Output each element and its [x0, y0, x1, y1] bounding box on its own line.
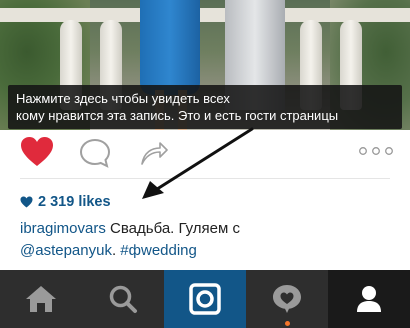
- likes-count-text: 2 319 likes: [38, 194, 111, 210]
- camera-icon: [189, 283, 221, 315]
- bottom-tab-bar: [0, 270, 410, 328]
- more-options-icon[interactable]: [358, 146, 394, 156]
- caption-hashtag-link[interactable]: #фwedding: [120, 242, 197, 259]
- search-icon: [109, 285, 137, 313]
- share-arrow-icon[interactable]: [140, 138, 168, 166]
- tab-home[interactable]: [0, 270, 82, 328]
- profile-icon: [357, 286, 381, 312]
- notification-dot: [285, 321, 290, 326]
- home-icon: [26, 286, 56, 312]
- post-caption: ibragimovars Свадьба. Гуляем с @astepany…: [20, 218, 400, 262]
- activity-heart-icon: [273, 285, 301, 313]
- tooltip-line-2: кому нравится эта запись. Это и есть гос…: [16, 108, 339, 123]
- caption-username-link[interactable]: ibragimovars: [20, 220, 106, 237]
- tab-camera[interactable]: [164, 270, 246, 328]
- tab-activity[interactable]: [246, 270, 328, 328]
- comment-icon[interactable]: [79, 138, 111, 168]
- caption-text: Свадьба. Гуляем с: [105, 220, 240, 237]
- likes-count-link[interactable]: 2 319 likes: [20, 192, 111, 212]
- tab-profile[interactable]: [328, 270, 410, 328]
- like-heart-icon[interactable]: [20, 136, 54, 168]
- caption-mention-link[interactable]: @astepanyuk: [20, 242, 112, 259]
- photo-person-blue-dress: [140, 0, 200, 95]
- likes-heart-icon: [20, 196, 33, 208]
- likes-hint-tooltip: Нажмите здесь чтобы увидеть всех кому нр…: [8, 85, 402, 129]
- tab-search[interactable]: [82, 270, 164, 328]
- post-action-bar: [0, 130, 410, 180]
- tooltip-line-1: Нажмите здесь чтобы увидеть всех: [16, 91, 230, 106]
- action-divider: [20, 178, 390, 179]
